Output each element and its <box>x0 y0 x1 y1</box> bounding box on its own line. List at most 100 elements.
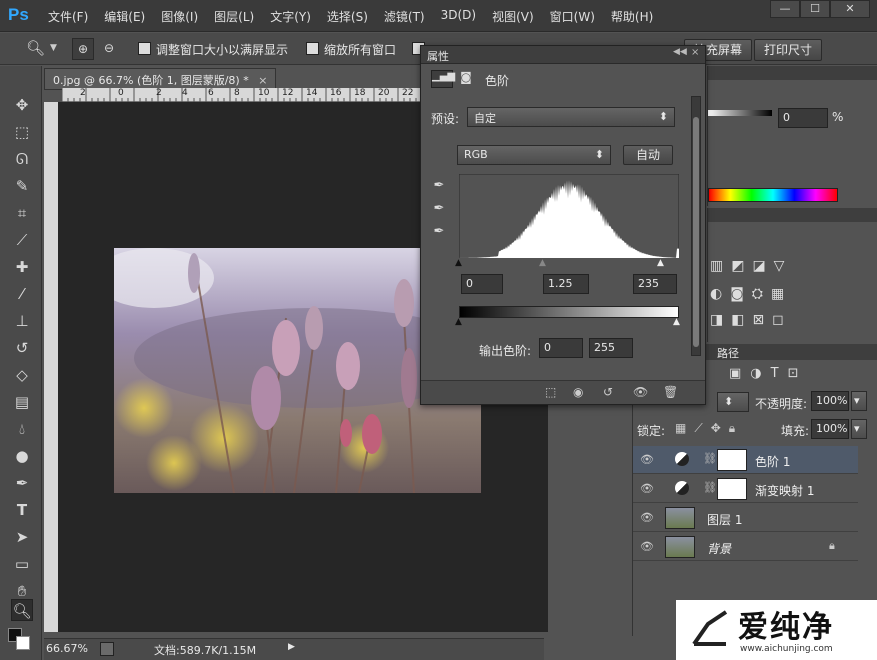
auto-button[interactable]: 自动 <box>623 145 673 165</box>
zoom-in-icon[interactable]: ⊕ <box>72 38 94 60</box>
layer-filter-icons[interactable]: ▣◑T⊡ <box>729 366 807 381</box>
scrollbar-thumb[interactable] <box>693 117 699 347</box>
menu-filter[interactable]: 滤镜(T) <box>376 8 433 25</box>
input-white-field[interactable]: 235 <box>633 274 677 294</box>
marquee-tool-icon[interactable]: ⬚ <box>11 121 33 143</box>
close-panel-icon[interactable]: × <box>691 47 699 58</box>
print-size-button[interactable]: 打印尺寸 <box>754 39 822 61</box>
layer-thumbnail[interactable] <box>665 536 695 558</box>
minimize-button[interactable]: — <box>770 0 800 18</box>
maximize-button[interactable]: ☐ <box>800 0 830 18</box>
reset-icon[interactable]: ↺ <box>603 385 613 399</box>
close-tab-icon[interactable]: × <box>258 74 267 87</box>
output-black-slider-handle[interactable]: ▲ <box>455 317 462 327</box>
adjustment-icons-row-3[interactable]: ◨◧⊠◻ <box>710 312 792 328</box>
input-gamma-field[interactable]: 1.25 <box>543 274 589 294</box>
black-eyedropper-icon[interactable]: ✒ <box>431 178 447 194</box>
output-black-field[interactable]: 0 <box>539 338 583 358</box>
eraser-tool-icon[interactable]: ◇ <box>11 364 33 386</box>
zoom-out-icon[interactable]: ⊖ <box>98 38 120 60</box>
clone-stamp-tool-icon[interactable]: ⊥ <box>11 310 33 332</box>
collapse-icon[interactable]: ◀◀ <box>673 47 687 57</box>
output-white-slider-handle[interactable]: ▲ <box>673 317 680 327</box>
type-tool-icon[interactable]: T <box>11 499 33 521</box>
menu-select[interactable]: 选择(S) <box>319 8 376 25</box>
visibility-eye-icon[interactable]: 👁︎ <box>639 452 655 468</box>
input-gamma-slider-handle[interactable]: ▲ <box>539 258 546 268</box>
tab-properties[interactable]: 属性 <box>427 48 449 64</box>
output-white-field[interactable]: 255 <box>589 338 633 358</box>
white-eyedropper-icon[interactable]: ✒ <box>431 224 447 240</box>
link-chain-icon[interactable]: ⛓ <box>703 452 717 465</box>
opacity-input[interactable]: 100% <box>811 391 849 411</box>
opacity-dropdown-icon[interactable]: ▾ <box>851 391 867 411</box>
status-menu-arrow-icon[interactable]: ▶ <box>288 642 295 652</box>
move-tool-icon[interactable]: ✥ <box>11 94 33 116</box>
quick-select-tool-icon[interactable]: ✎ <box>11 175 33 197</box>
visibility-eye-icon[interactable]: 👁︎ <box>639 481 655 497</box>
scrollbar[interactable] <box>691 96 701 356</box>
clip-to-layer-icon[interactable]: ⬚ <box>545 385 556 399</box>
resize-window-checkbox[interactable] <box>138 42 151 58</box>
layer-row-levels[interactable]: 👁︎ ⛓ 色阶 1 <box>633 446 858 474</box>
menu-view[interactable]: 视图(V) <box>484 8 542 25</box>
menu-image[interactable]: 图像(I) <box>153 8 206 25</box>
gradient-tool-icon[interactable]: ▤ <box>11 391 33 413</box>
zoom-tool-icon[interactable]: 🔍︎ <box>26 39 45 57</box>
close-button[interactable]: ✕ <box>830 0 870 18</box>
visibility-eye-icon[interactable]: 👁︎ <box>639 510 655 526</box>
visibility-eye-icon[interactable]: 👁︎ <box>639 539 655 555</box>
zoom-all-checkbox[interactable] <box>306 42 319 58</box>
menu-edit[interactable]: 编辑(E) <box>96 8 153 25</box>
layer-row-gradient-map[interactable]: 👁︎ ⛓ 渐变映射 1 <box>633 475 858 503</box>
document-tab[interactable]: 0.jpg @ 66.7% (色阶 1, 图层蒙版/8) * × <box>44 68 277 90</box>
dodge-tool-icon[interactable]: ● <box>11 445 33 467</box>
status-info-icon[interactable] <box>100 642 114 656</box>
input-white-slider-handle[interactable]: ▲ <box>657 258 664 268</box>
mask-icon[interactable]: ◙ <box>457 70 475 88</box>
adjustment-icons-row-2[interactable]: ◐◙⛭▦ <box>710 286 792 302</box>
tool-preset-chevron-icon[interactable]: ▼ <box>50 43 57 53</box>
blur-tool-icon[interactable]: 💧︎ <box>11 418 33 440</box>
menu-3d[interactable]: 3D(D) <box>433 8 484 25</box>
layer-row-layer-1[interactable]: 👁︎ 图层 1 <box>633 504 858 532</box>
pen-tool-icon[interactable]: ✒ <box>11 472 33 494</box>
brush-tool-icon[interactable]: ⁄ <box>11 283 33 305</box>
menu-layer[interactable]: 图层(L) <box>206 8 262 25</box>
color-slider[interactable] <box>708 110 772 116</box>
preset-dropdown[interactable]: 自定 ⬍ <box>467 107 675 127</box>
color-ramp[interactable] <box>708 188 838 202</box>
blend-mode-dropdown[interactable]: ⬍ <box>717 392 749 412</box>
zoom-tool-active-icon[interactable]: 🔍︎ <box>11 599 33 621</box>
layer-row-background[interactable]: 👁︎ 背景 🔒︎ <box>633 533 858 561</box>
fill-input[interactable]: 100% <box>811 419 849 439</box>
tab-paths[interactable]: 路径 <box>717 345 739 361</box>
adjustment-icons-row-1[interactable]: ▥◩◪▽ <box>710 258 792 274</box>
shape-tool-icon[interactable]: ▭ <box>11 553 33 575</box>
history-brush-tool-icon[interactable]: ↺ <box>11 337 33 359</box>
delete-trash-icon[interactable]: 🗑︎ <box>663 385 678 399</box>
view-previous-icon[interactable]: ◉ <box>573 385 583 399</box>
zoom-level[interactable]: 66.67% <box>46 642 88 655</box>
layer-mask-thumbnail[interactable] <box>717 478 747 500</box>
healing-brush-tool-icon[interactable]: ✚ <box>11 256 33 278</box>
menu-window[interactable]: 窗口(W) <box>542 8 603 25</box>
layer-mask-thumbnail[interactable] <box>717 449 747 471</box>
menu-help[interactable]: 帮助(H) <box>603 8 661 25</box>
channel-dropdown[interactable]: RGB ⬍ <box>457 145 611 165</box>
menu-file[interactable]: 文件(F) <box>40 8 96 25</box>
fill-dropdown-icon[interactable]: ▾ <box>851 419 867 439</box>
path-select-tool-icon[interactable]: ➤ <box>11 526 33 548</box>
color-percent-input[interactable]: 0 <box>778 108 828 128</box>
toggle-visibility-icon[interactable]: 👁︎ <box>633 385 648 399</box>
input-black-field[interactable]: 0 <box>461 274 503 294</box>
lock-icons[interactable]: ▦⟋✥🔒︎ <box>675 421 743 436</box>
input-black-slider-handle[interactable]: ▲ <box>455 258 462 268</box>
background-color-swatch[interactable] <box>16 636 30 650</box>
menu-type[interactable]: 文字(Y) <box>262 8 319 25</box>
crop-tool-icon[interactable]: ⌗ <box>11 202 33 224</box>
gray-eyedropper-icon[interactable]: ✒ <box>431 201 447 217</box>
link-chain-icon[interactable]: ⛓ <box>703 481 717 494</box>
lasso-tool-icon[interactable]: ᘏ <box>11 148 33 170</box>
eyedropper-tool-icon[interactable]: ⟋ <box>11 229 33 251</box>
